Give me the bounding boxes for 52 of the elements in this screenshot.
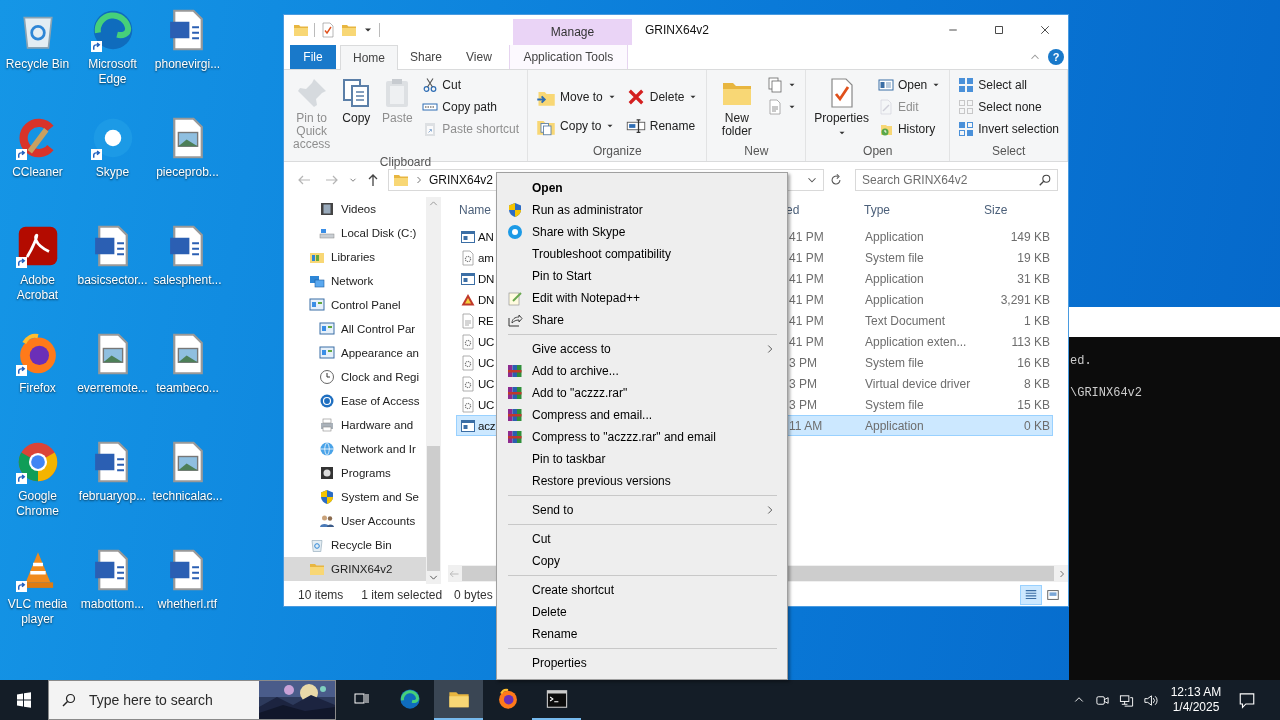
table-cell-text: 113 KB (1010, 334, 1051, 349)
table-cell-text: Application (864, 271, 925, 286)
table-cell-text: Virtual device driver (864, 376, 972, 391)
table-cell-text: Application (864, 418, 925, 433)
ribbon-group-label: Select (990, 143, 1027, 160)
table-cell-text: 3 PM (788, 376, 818, 391)
table-cell-text: 3 PM (788, 355, 818, 370)
table-cell-text: 41 PM (788, 271, 825, 286)
table-cell-text: 41 PM (788, 313, 825, 328)
table-cell-text: 1 KB (1023, 313, 1051, 328)
ribbon-group-label: Organize (591, 143, 643, 160)
selection-size: 0 bytes (454, 588, 493, 602)
table-cell-text: 3 PM (788, 397, 818, 412)
file-name: RE (478, 314, 494, 327)
table-cell-text: 41 PM (788, 334, 825, 349)
table-cell-text: Text Document (864, 313, 947, 328)
console-line: ed. (1070, 353, 1093, 369)
table-cell-text: 16 KB (1016, 355, 1051, 370)
table-cell-text: 8 KB (1023, 376, 1051, 391)
file-name: UC (478, 335, 495, 348)
table-cell-text: 11 AM (788, 418, 824, 433)
table-cell-text: 19 KB (1016, 250, 1051, 265)
file-name: AN (478, 230, 494, 243)
table-cell-text: Application exten... (864, 334, 968, 349)
ribbon-group-label: Clipboard (378, 154, 433, 170)
file-name: DN (478, 272, 495, 285)
table-cell-text: 41 PM (788, 229, 825, 244)
file-name: am (478, 251, 494, 264)
ribbon-group-label: Open (862, 143, 894, 160)
table-cell-text: System file (864, 355, 925, 370)
table-cell-text: System file (864, 397, 925, 412)
table-cell-text: 3,291 KB (999, 292, 1051, 307)
table-cell-text: 41 PM (788, 250, 825, 265)
ribbon-group-label: New (743, 143, 770, 160)
item-count: 10 items (298, 588, 344, 602)
file-name: acz (478, 419, 496, 432)
context-tab-header: Manage (513, 19, 632, 45)
table-cell-text: 0 KB (1023, 418, 1051, 433)
file-name: DN (478, 293, 495, 306)
table-cell-text: System file (864, 250, 925, 265)
table-cell-text: 149 KB (1009, 229, 1051, 244)
window-title: GRINX64v2 (645, 23, 710, 37)
file-name: UC (478, 398, 495, 411)
table-cell-text: Application (864, 292, 925, 307)
table-cell-text: 15 KB (1016, 397, 1051, 412)
file-name: UC (478, 377, 495, 390)
file-name: UC (478, 356, 495, 369)
table-cell-text: 31 KB (1016, 271, 1051, 286)
table-cell-text: Application (864, 229, 925, 244)
selection-count: 1 item selected (361, 588, 443, 602)
table-cell-text: 41 PM (788, 292, 825, 307)
console-line: \GRINX64v2 (1070, 385, 1143, 401)
